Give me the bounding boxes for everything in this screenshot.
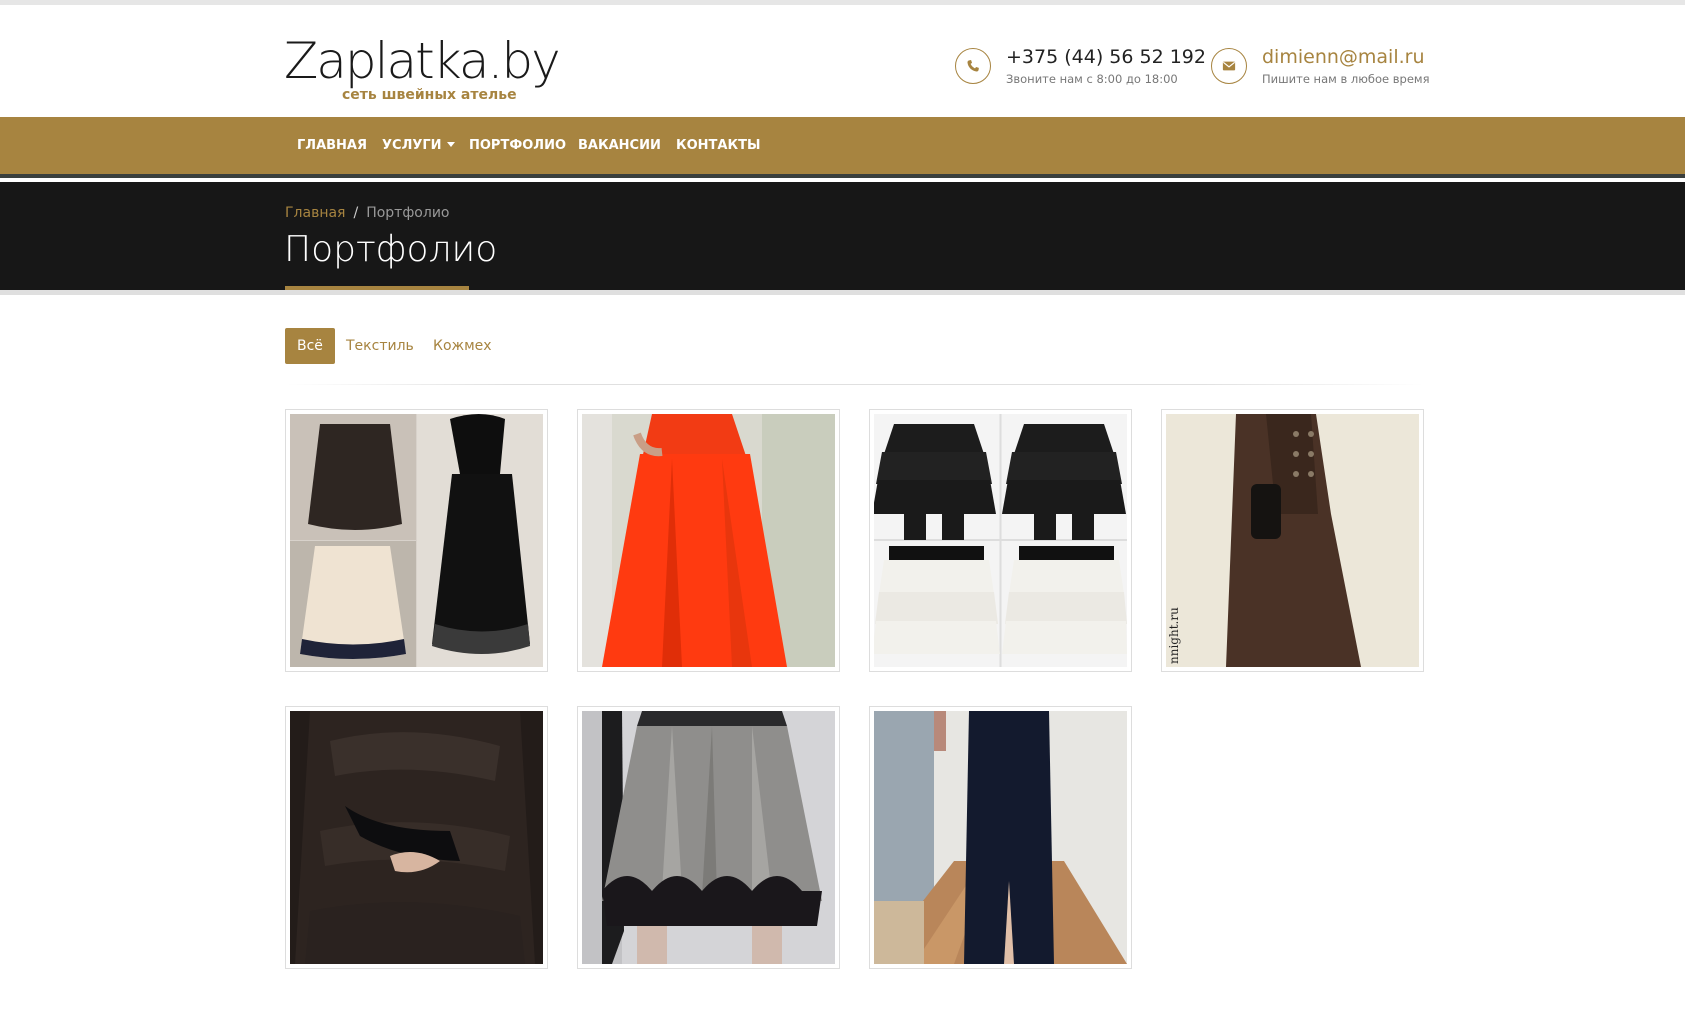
portfolio-watermark: nnight.ru [1167,607,1181,664]
nav-item-services-label: УСЛУГИ [382,138,442,153]
portfolio-image [582,414,835,667]
nav-item-vacancies[interactable]: ВАКАНСИИ [578,117,661,174]
phone-hours: Звоните нам с 8:00 до 18:00 [1006,72,1178,86]
email-address[interactable]: dimienn@mail.ru [1262,45,1425,69]
nav-item-services[interactable]: УСЛУГИ [382,117,455,174]
logo[interactable]: Zaplatka.by сеть швейных ателье [284,31,561,111]
portfolio-image: nnight.ru [1166,414,1419,667]
filter-textile[interactable]: Текстиль [334,328,426,364]
page-title-band: Главная / Портфолио Портфолио [0,182,1685,290]
envelope-icon [1211,48,1247,84]
main-nav: ГЛАВНАЯ УСЛУГИ ПОРТФОЛИО ВАКАНСИИ КОНТАК… [0,117,1685,178]
breadcrumb-separator: / [353,205,359,221]
phone-icon [955,48,991,84]
logo-tagline: сеть швейных ателье [342,87,517,103]
portfolio-image [874,711,1127,964]
email-contact: dimienn@mail.ru Пишите нам в любое время [1211,43,1441,93]
chevron-down-icon [446,142,455,147]
breadcrumb-current: Портфолио [366,205,450,221]
portfolio-image [582,711,835,964]
portfolio-item[interactable]: nnight.ru [1161,409,1424,672]
breadcrumb-home-link[interactable]: Главная [285,205,345,221]
page-title: Портфолио [284,229,498,270]
portfolio-item[interactable] [577,706,840,969]
divider [285,384,1425,385]
nav-item-contacts[interactable]: КОНТАКТЫ [676,117,760,174]
portfolio-item[interactable] [869,409,1132,672]
nav-item-portfolio[interactable]: ПОРТФОЛИО [469,117,566,174]
portfolio-item[interactable] [869,706,1132,969]
filter-all[interactable]: Всё [285,328,335,364]
portfolio-image [290,414,543,667]
phone-contact: +375 (44) 56 52 192 Звоните нам с 8:00 д… [955,43,1206,93]
portfolio-image [290,711,543,964]
portfolio-item[interactable] [285,706,548,969]
portfolio-image [874,414,1127,667]
breadcrumb: Главная / Портфолио [285,204,450,222]
phone-number[interactable]: +375 (44) 56 52 192 [1006,45,1206,69]
portfolio-item[interactable] [577,409,840,672]
portfolio-item[interactable] [285,409,548,672]
nav-item-home[interactable]: ГЛАВНАЯ [297,117,367,174]
title-bottom-strip [0,290,1685,295]
site-header: Zaplatka.by сеть швейных ателье +375 (44… [0,5,1685,117]
logo-name: Zaplatka.by [284,32,561,90]
filter-leatherette[interactable]: Кожмех [421,328,504,364]
email-note: Пишите нам в любое время [1262,72,1430,86]
